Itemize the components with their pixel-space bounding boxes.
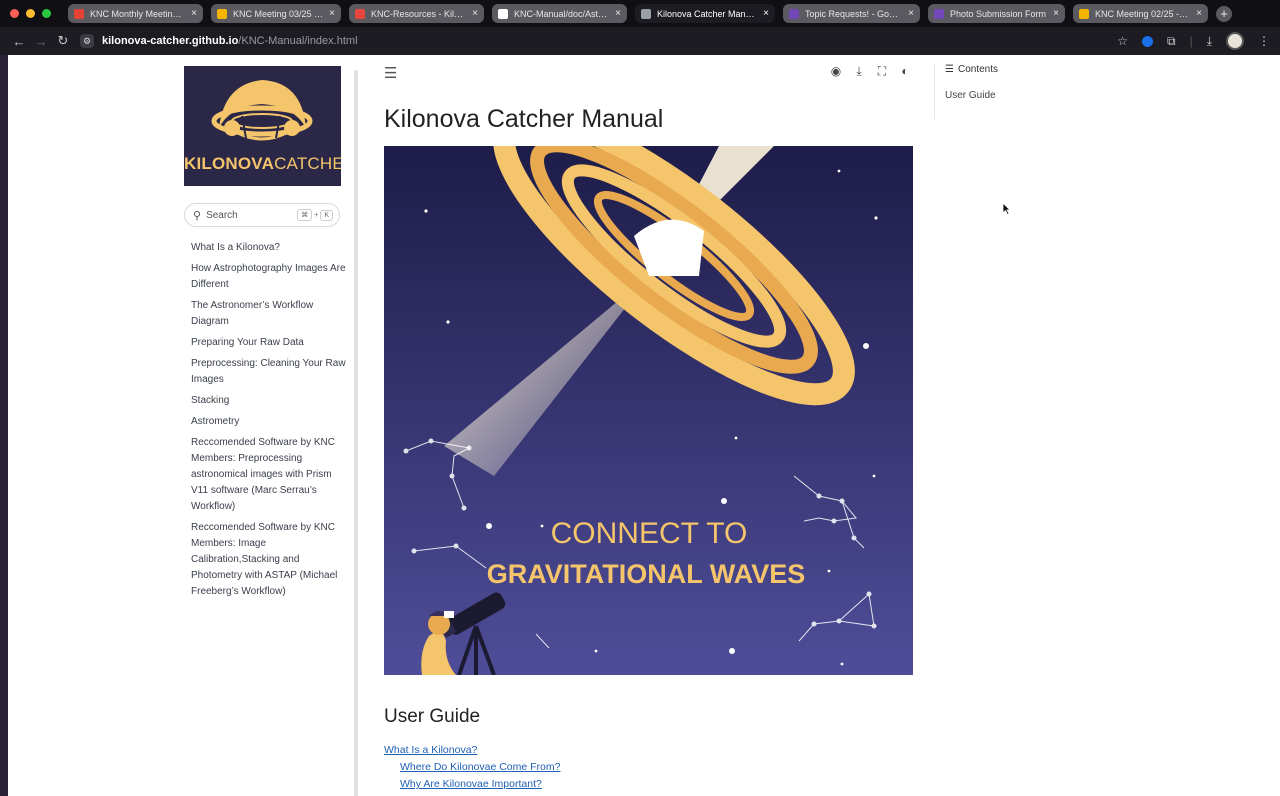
search-shortcut: ⌘ + K (297, 209, 333, 221)
close-tab-icon[interactable]: × (615, 8, 621, 19)
hero-text-line1: CONNECT TO (551, 517, 748, 550)
browser-tab[interactable]: KNC-Resources - Kilono × (349, 4, 484, 23)
browser-menu-icon[interactable]: ⋮ (1258, 34, 1270, 48)
search-input[interactable]: ⚲ Search ⌘ + K (184, 203, 340, 227)
page-title: Kilonova Catcher Manual (384, 105, 664, 133)
close-tab-icon[interactable]: × (763, 8, 769, 19)
drive-icon (355, 8, 365, 19)
close-tab-icon[interactable]: × (472, 8, 478, 19)
web-page: KILONOVACATCHER ⚲ Search ⌘ + K What Is a… (8, 55, 1280, 796)
browser-tab-label: Topic Requests! - Google (805, 8, 903, 19)
sidebar: KILONOVACATCHER ⚲ Search ⌘ + K What Is a… (184, 66, 346, 605)
browser-tab[interactable]: KNC Meeting 03/25 - Go × (211, 4, 341, 23)
sidebar-item-preparing-raw-data[interactable]: Preparing Your Raw Data (191, 335, 346, 351)
browser-tab-label: KNC Meeting 03/25 - Go (233, 8, 324, 19)
shortcut-k-key: K (320, 209, 333, 221)
minimize-window-button[interactable] (26, 9, 35, 18)
github-icon[interactable]: ◉ (829, 64, 843, 79)
close-tab-icon[interactable]: × (908, 8, 914, 19)
close-tab-icon[interactable]: × (1196, 8, 1202, 19)
browser-tab-label: Photo Submission Form (950, 8, 1047, 19)
github-icon (498, 8, 508, 19)
shortcut-cmd-key: ⌘ (297, 209, 313, 221)
close-tab-icon[interactable]: × (191, 8, 197, 19)
extension-icon[interactable] (1141, 35, 1153, 47)
downloads-icon[interactable]: ⤓ (1207, 34, 1212, 49)
sidebar-item-preprocessing[interactable]: Preprocessing: Cleaning Your Raw Images (191, 356, 346, 388)
close-window-button[interactable] (10, 9, 19, 18)
guide-link-where-do-kilonovae-come-from[interactable]: Where Do Kilonovae Come From? (384, 759, 560, 776)
fullscreen-icon[interactable]: ⛶ (875, 64, 889, 79)
shortcut-plus: + (314, 211, 319, 219)
window-controls (0, 9, 68, 18)
theme-toggle-icon[interactable]: ◐ (898, 64, 912, 79)
hero-illustration: CONNECT TO GRAVITATIONAL WAVES (384, 146, 913, 675)
url-host: kilonova-catcher.github.io (102, 35, 239, 47)
zoom-window-button[interactable] (42, 9, 51, 18)
download-icon[interactable]: ⤓ (852, 64, 866, 79)
gmail-icon (74, 8, 84, 19)
search-icon: ⚲ (193, 209, 202, 222)
sidebar-item-workflow-diagram[interactable]: The Astronomer’s Workflow Diagram (191, 298, 346, 330)
toolbar-divider: | (1189, 34, 1193, 48)
sidebar-item-what-is-a-kilonova[interactable]: What Is a Kilonova? (191, 240, 346, 256)
guide-link-what-is-a-kilonova[interactable]: What Is a Kilonova? (384, 742, 560, 759)
browser-tab-label: KNC-Manual/doc/Astrom (514, 8, 610, 19)
sidebar-item-astap-workflow[interactable]: Reccomended Software by KNC Members: Ima… (191, 520, 346, 600)
browser-tab-label: KNC-Resources - Kilono (371, 8, 467, 19)
slides-icon (1079, 8, 1089, 19)
new-tab-button[interactable]: + (1216, 5, 1232, 22)
browser-tab-strip: KNC Monthly Meeting 03 × KNC Meeting 03/25… (0, 0, 1280, 27)
logo-word-kilonova: KILONOVA (184, 154, 275, 173)
hero-text-line2: GRAVITATIONAL WAVES (487, 559, 806, 589)
globe-icon (641, 8, 651, 19)
browser-toolbar: ← → ↻ ⚙ kilonova-catcher.github.io /KNC-… (0, 27, 1280, 55)
browser-tab[interactable]: Topic Requests! - Google × (783, 4, 920, 23)
sidebar-nav: What Is a Kilonova? How Astrophotography… (184, 240, 346, 600)
close-tab-icon[interactable]: × (1053, 8, 1059, 19)
table-of-contents: ☰ Contents User Guide (934, 64, 998, 119)
sidebar-item-astrophotography-images[interactable]: How Astrophotography Images Are Differen… (191, 261, 346, 293)
search-label: Search (206, 209, 238, 221)
toc-heading-label: Contents (957, 64, 998, 75)
browser-tab[interactable]: Kilonova Catcher Manual × (635, 4, 775, 23)
sidebar-scrollbar[interactable] (354, 70, 358, 796)
mouse-pointer-icon (1003, 203, 1011, 215)
extensions-puzzle-icon[interactable]: ⧉ (1167, 34, 1176, 49)
forward-arrow-icon[interactable]: → (30, 34, 52, 49)
profile-avatar[interactable] (1226, 32, 1244, 50)
site-settings-icon[interactable]: ⚙ (80, 34, 94, 48)
logo-word-catcher: CATCHER (274, 154, 341, 173)
back-arrow-icon[interactable]: ← (8, 34, 30, 49)
address-bar[interactable]: ⚙ kilonova-catcher.github.io /KNC-Manual… (80, 30, 1040, 52)
user-guide-links: What Is a Kilonova? Where Do Kilonovae C… (384, 742, 560, 793)
toc-item-user-guide[interactable]: User Guide (945, 90, 998, 101)
logo-wordmark: KILONOVACATCHER (184, 154, 341, 174)
url-path: /KNC-Manual/index.html (238, 35, 358, 47)
reload-icon[interactable]: ↻ (52, 33, 74, 49)
browser-tab-label: KNC Monthly Meeting 03 (90, 8, 186, 19)
sidebar-item-astrometry[interactable]: Astrometry (191, 414, 346, 430)
kilonova-catcher-logo[interactable]: KILONOVACATCHER (184, 66, 341, 186)
bookmark-star-icon[interactable]: ☆ (1117, 34, 1128, 48)
menu-toggle-icon[interactable]: ☰ (384, 64, 397, 82)
slides-icon (217, 8, 227, 19)
browser-tab[interactable]: KNC Meeting 02/25 - Go × (1073, 4, 1208, 23)
browser-tab-label: Kilonova Catcher Manual (657, 8, 758, 19)
close-tab-icon[interactable]: × (329, 8, 335, 19)
toc-heading: ☰ Contents (945, 64, 998, 75)
browser-tab-label: KNC Meeting 02/25 - Go (1095, 8, 1191, 19)
browser-tab[interactable]: KNC-Manual/doc/Astrom × (492, 4, 627, 23)
section-title-user-guide: User Guide (384, 706, 481, 727)
browser-tab[interactable]: Photo Submission Form × (928, 4, 1065, 23)
browser-tab[interactable]: KNC Monthly Meeting 03 × (68, 4, 203, 23)
sidebar-item-prism-workflow[interactable]: Reccomended Software by KNC Members: Pre… (191, 435, 346, 515)
list-icon: ☰ (945, 64, 954, 75)
sidebar-item-stacking[interactable]: Stacking (191, 393, 346, 409)
page-actions: ◉ ⤓ ⛶ ◐ (829, 64, 912, 79)
forms-icon (934, 8, 944, 19)
guide-link-why-are-kilonovae-important[interactable]: Why Are Kilonovae Important? (384, 776, 560, 793)
forms-icon (789, 8, 799, 19)
